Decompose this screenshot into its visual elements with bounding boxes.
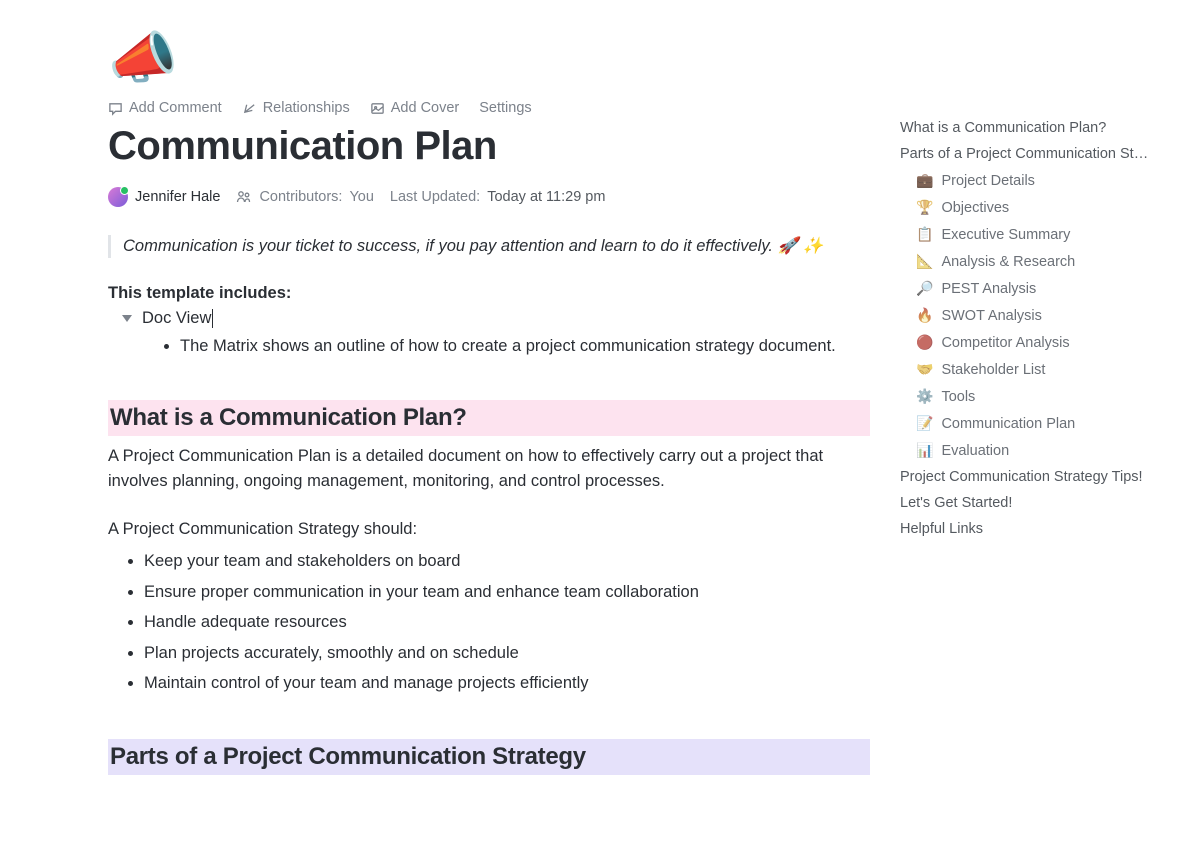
toc-link[interactable]: 💼 Project Details — [916, 167, 1170, 194]
doc-view-bullets: The Matrix shows an outline of how to cr… — [108, 334, 870, 360]
add-cover-label: Add Cover — [391, 100, 460, 116]
settings-label: Settings — [479, 100, 531, 116]
fire-icon: 🔥 — [916, 307, 933, 324]
contributors-label: Contributors: — [259, 189, 342, 205]
relationships-label: Relationships — [263, 100, 350, 116]
toc-link[interactable]: 🤝 Stakeholder List — [916, 356, 1170, 383]
toc-link[interactable]: 📊 Evaluation — [916, 437, 1170, 464]
page-meta: Jennifer Hale Contributors: You Last Upd… — [108, 187, 870, 207]
toc-link[interactable]: Project Communication Strategy Tips! — [900, 464, 1170, 490]
list-item[interactable]: Keep your team and stakeholders on board — [144, 546, 870, 577]
toc-link[interactable]: 📐 Analysis & Research — [916, 248, 1170, 275]
contributors-value: You — [349, 189, 373, 205]
toc-link[interactable]: Helpful Links — [900, 516, 1170, 542]
toc-label: Stakeholder List — [941, 362, 1045, 378]
list-item[interactable]: Ensure proper communication in your team… — [144, 577, 870, 608]
doc-view-label: Doc View — [142, 309, 213, 328]
page-toolbar: Add Comment Relationships Add Cover Sett… — [108, 100, 870, 116]
quote-block[interactable]: Communication is your ticket to success,… — [108, 235, 870, 258]
handshake-icon: 🤝 — [916, 361, 933, 378]
avatar — [108, 187, 128, 207]
strategy-intro[interactable]: A Project Communication Strategy should: — [108, 517, 870, 543]
page-title[interactable]: Communication Plan — [108, 124, 870, 169]
doc-view-toggle[interactable]: Doc View — [108, 309, 870, 328]
add-comment-label: Add Comment — [129, 100, 222, 116]
toc-label: Evaluation — [941, 443, 1009, 459]
updated-label: Last Updated: — [390, 189, 480, 205]
chevron-down-icon — [122, 315, 132, 322]
page-hero-icon[interactable]: 📣 — [108, 30, 870, 86]
add-cover-button[interactable]: Add Cover — [370, 100, 460, 116]
relationships-icon — [242, 101, 257, 116]
last-updated: Last Updated: Today at 11:29 pm — [390, 189, 606, 205]
toc-link[interactable]: 🔥 SWOT Analysis — [916, 302, 1170, 329]
author-name: Jennifer Hale — [135, 189, 220, 205]
red-circle-icon: 🔴 — [916, 334, 933, 351]
toc-label: SWOT Analysis — [941, 308, 1041, 324]
relationships-button[interactable]: Relationships — [242, 100, 350, 116]
toc-label: PEST Analysis — [941, 281, 1036, 297]
list-item[interactable]: The Matrix shows an outline of how to cr… — [180, 334, 870, 360]
section1-paragraph[interactable]: A Project Communication Plan is a detail… — [108, 444, 870, 495]
section-heading-parts[interactable]: Parts of a Project Communication Strateg… — [108, 739, 870, 775]
image-icon — [370, 101, 385, 116]
ruler-icon: 📐 — [916, 253, 933, 270]
gear-icon: ⚙️ — [916, 388, 933, 405]
bar-chart-icon: 📊 — [916, 442, 933, 459]
toc-label: Executive Summary — [941, 227, 1070, 243]
toc-label: Competitor Analysis — [941, 335, 1069, 351]
strategy-list: Keep your team and stakeholders on board… — [108, 546, 870, 699]
author-chip[interactable]: Jennifer Hale — [108, 187, 220, 207]
toc-link[interactable]: What is a Communication Plan? — [900, 115, 1170, 141]
list-item[interactable]: Plan projects accurately, smoothly and o… — [144, 638, 870, 669]
toc-label: Communication Plan — [941, 416, 1075, 432]
toc-link[interactable]: ⚙️ Tools — [916, 383, 1170, 410]
toc-link[interactable]: 🏆 Objectives — [916, 194, 1170, 221]
toc-label: Project Details — [941, 173, 1034, 189]
table-of-contents: What is a Communication Plan? Parts of a… — [900, 30, 1190, 845]
includes-heading[interactable]: This template includes: — [108, 284, 870, 303]
toc-link[interactable]: Let's Get Started! — [900, 490, 1170, 516]
list-item[interactable]: Handle adequate resources — [144, 607, 870, 638]
trophy-icon: 🏆 — [916, 199, 933, 216]
briefcase-icon: 💼 — [916, 172, 933, 189]
toc-link[interactable]: Parts of a Project Communication St… — [900, 141, 1170, 167]
add-comment-button[interactable]: Add Comment — [108, 100, 222, 116]
magnifier-icon: 🔎 — [916, 280, 933, 297]
toc-link[interactable]: 🔎 PEST Analysis — [916, 275, 1170, 302]
toc-link[interactable]: 📋 Executive Summary — [916, 221, 1170, 248]
toc-label: Tools — [941, 389, 975, 405]
toc-label: Objectives — [941, 200, 1009, 216]
toc-label: Analysis & Research — [941, 254, 1075, 270]
contributors-chip[interactable]: Contributors: You — [236, 189, 373, 205]
updated-value: Today at 11:29 pm — [487, 189, 605, 205]
toc-link[interactable]: 📝 Communication Plan — [916, 410, 1170, 437]
comment-icon — [108, 101, 123, 116]
memo-icon: 📝 — [916, 415, 933, 432]
toc-link[interactable]: 🔴 Competitor Analysis — [916, 329, 1170, 356]
list-item[interactable]: Maintain control of your team and manage… — [144, 668, 870, 699]
people-icon — [236, 190, 252, 204]
settings-button[interactable]: Settings — [479, 100, 531, 116]
clipboard-icon: 📋 — [916, 226, 933, 243]
section-heading-what-is[interactable]: What is a Communication Plan? — [108, 400, 870, 436]
